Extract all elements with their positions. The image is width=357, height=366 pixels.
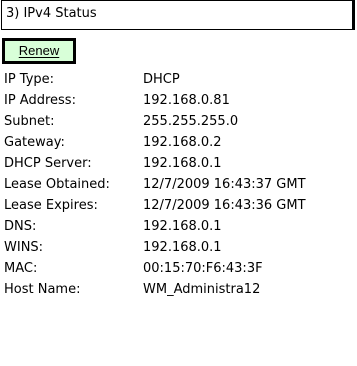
info-label: IP Type:	[4, 72, 55, 87]
info-label: WINS:	[4, 240, 44, 255]
info-value: 192.168.0.81	[143, 93, 230, 108]
info-label: Lease Expires:	[4, 198, 98, 213]
info-value: 192.168.0.2	[143, 135, 222, 150]
info-label: IP Address:	[4, 93, 76, 108]
info-label: Host Name:	[4, 282, 81, 297]
info-value: 192.168.0.1	[143, 240, 222, 255]
renew-button[interactable]: Renew	[2, 38, 76, 64]
info-label: Gateway:	[4, 135, 65, 150]
info-label: DNS:	[4, 219, 37, 234]
info-value: WM_Administra12	[143, 282, 261, 297]
info-value: 00:15:70:F6:43:3F	[143, 261, 263, 276]
info-label: Lease Obtained:	[4, 177, 110, 192]
info-value: 255.255.255.0	[143, 114, 239, 129]
info-label: Subnet:	[4, 114, 55, 129]
status-view-dropdown[interactable]: 3) IPv4 Status	[1, 0, 355, 30]
status-view-selected: 3) IPv4 Status	[6, 6, 97, 21]
info-value: 12/7/2009 16:43:37 GMT	[143, 177, 306, 192]
info-value: 192.168.0.1	[143, 219, 222, 234]
info-label: DHCP Server:	[4, 156, 92, 171]
info-value: 192.168.0.1	[143, 156, 222, 171]
info-value: 12/7/2009 16:43:36 GMT	[143, 198, 306, 213]
info-label: MAC:	[4, 261, 38, 276]
info-value: DHCP	[143, 72, 180, 87]
